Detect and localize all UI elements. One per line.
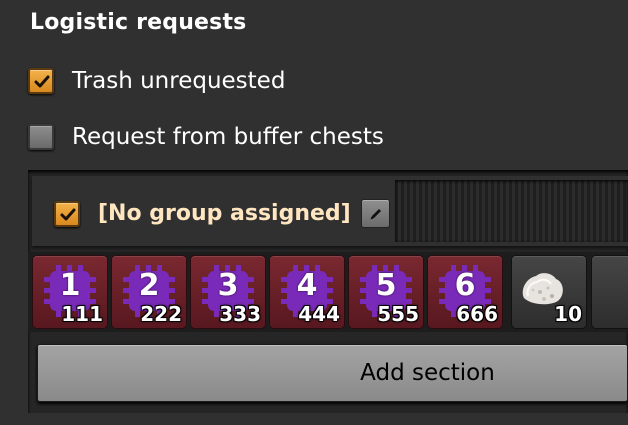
request-slot-5[interactable]: 5 555 xyxy=(349,256,423,328)
edit-group-button[interactable] xyxy=(360,199,390,228)
group-row: [No group assigned] xyxy=(54,199,390,228)
section-enabled-checkbox[interactable] xyxy=(54,200,80,227)
add-section-button[interactable]: Add section xyxy=(37,344,628,402)
slot-count: 555 xyxy=(377,302,419,326)
slot-count: 10 xyxy=(554,302,582,326)
request-slot-3[interactable]: 3 333 xyxy=(191,256,265,328)
request-from-buffer-label: Request from buffer chests xyxy=(72,124,384,150)
slot-count: 444 xyxy=(298,302,340,326)
pencil-icon xyxy=(370,209,381,220)
request-from-buffer-checkbox[interactable] xyxy=(28,124,54,150)
request-slot-7[interactable]: 10 xyxy=(512,256,586,328)
slot-signal-digit: 3 xyxy=(217,268,239,303)
checkmark-icon xyxy=(60,208,76,220)
trash-unrequested-row[interactable]: Trash unrequested xyxy=(28,68,285,94)
slot-count: 111 xyxy=(61,302,103,326)
slot-count: 222 xyxy=(140,302,182,326)
request-slot-6[interactable]: 6 666 xyxy=(428,256,502,328)
slot-signal-digit: 6 xyxy=(454,268,476,303)
slot-count: 333 xyxy=(219,302,261,326)
panel-bottom xyxy=(28,413,628,425)
request-slot-1[interactable]: 1 111 xyxy=(33,256,107,328)
slot-signal-digit: 4 xyxy=(296,268,318,303)
panel-title: Logistic requests xyxy=(30,10,247,35)
slot-signal-digit: 5 xyxy=(375,268,397,303)
section-header-drag-area[interactable] xyxy=(395,180,628,242)
trash-unrequested-checkbox[interactable] xyxy=(28,68,54,94)
slot-signal-digit: 2 xyxy=(138,268,160,303)
logistic-requests-panel: Logistic requests Trash unrequested Requ… xyxy=(0,0,628,425)
slot-signal-digit: 1 xyxy=(59,268,81,303)
request-slot-4[interactable]: 4 444 xyxy=(270,256,344,328)
checkmark-icon xyxy=(34,75,50,88)
group-label: [No group assigned] xyxy=(98,201,351,226)
request-slot-empty[interactable] xyxy=(592,256,628,328)
request-slot-2[interactable]: 2 222 xyxy=(112,256,186,328)
add-section-label: Add section xyxy=(360,360,495,386)
request-from-buffer-row[interactable]: Request from buffer chests xyxy=(28,124,384,150)
slot-count: 666 xyxy=(456,302,498,326)
trash-unrequested-label: Trash unrequested xyxy=(72,68,286,94)
